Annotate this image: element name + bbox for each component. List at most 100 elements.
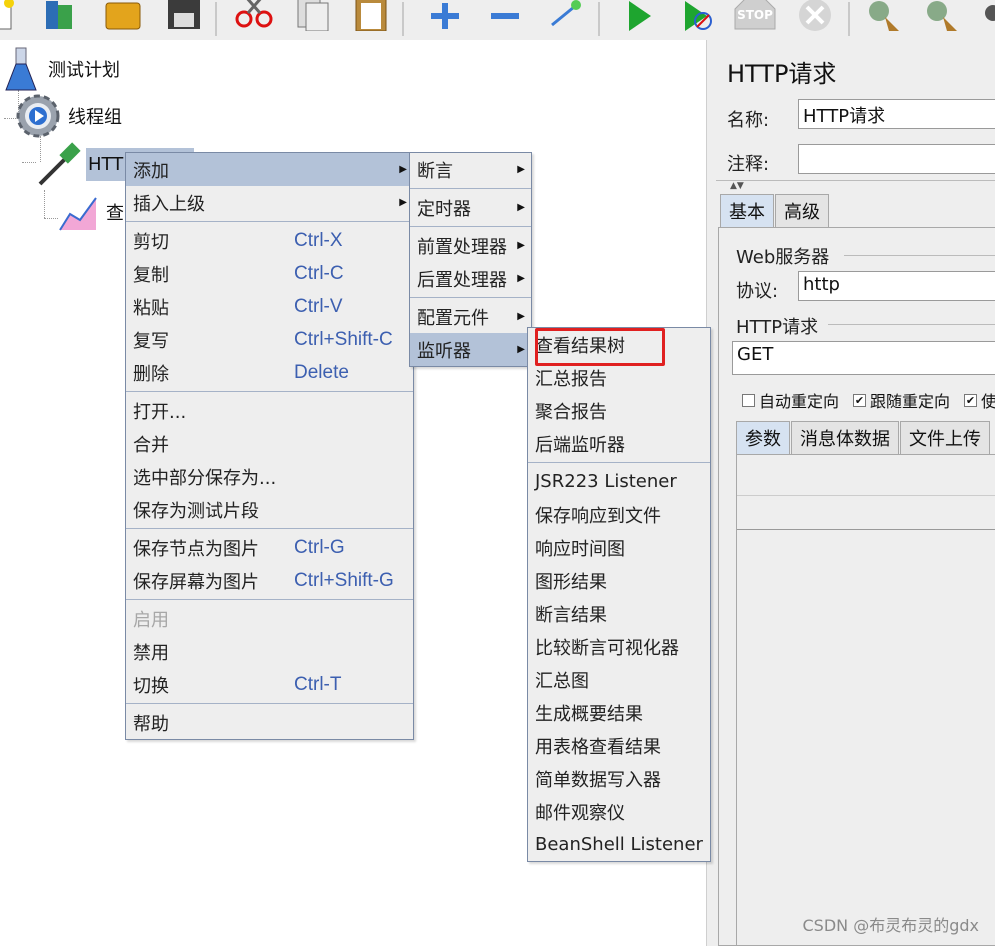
add-menu-item-2[interactable]: 定时器 ▶ bbox=[410, 191, 531, 224]
add-menu-item-7[interactable]: 配置元件 ▶ bbox=[410, 300, 531, 333]
context-menu-item-label: 复制 bbox=[133, 264, 169, 286]
tab-body-data[interactable]: 消息体数据 bbox=[791, 421, 899, 454]
context-menu-item-21[interactable]: 帮助 bbox=[126, 706, 413, 739]
listener-menu-item-label: BeanShell Listener bbox=[535, 834, 703, 855]
listener-menu-item-label: 响应时间图 bbox=[535, 538, 625, 560]
context-menu-item-label: 保存屏幕为图片 bbox=[133, 571, 259, 593]
stop-icon[interactable]: STOP bbox=[733, 0, 777, 36]
clear-all-icon[interactable] bbox=[920, 0, 964, 36]
tree-label-thread-group: 线程组 bbox=[68, 107, 122, 128]
cut-icon[interactable] bbox=[232, 0, 276, 36]
shutdown-icon[interactable] bbox=[793, 0, 837, 36]
submenu-arrow-icon: ▶ bbox=[517, 240, 525, 251]
config-tabs: 基本 高级 bbox=[720, 194, 830, 227]
context-menu-item-accelerator: Ctrl-G bbox=[294, 536, 345, 558]
context-menu-item-14[interactable]: 保存节点为图片 Ctrl-G bbox=[126, 531, 413, 564]
context-menu-item-label: 添加 bbox=[133, 160, 169, 182]
context-menu-item-18[interactable]: 禁用 bbox=[126, 635, 413, 668]
new-icon[interactable] bbox=[0, 0, 22, 36]
context-menu-item-7[interactable]: 删除 Delete bbox=[126, 356, 413, 389]
http-request-group-label: HTTP请求 bbox=[736, 317, 819, 338]
submenu-arrow-icon: ▶ bbox=[517, 311, 525, 322]
add-menu-item-label: 后置处理器 bbox=[417, 269, 507, 291]
context-menu-item-1[interactable]: 插入上级 ▶ bbox=[126, 186, 413, 219]
listener-menu-item-label: 聚合报告 bbox=[535, 401, 607, 423]
add-menu-item-label: 断言 bbox=[417, 160, 453, 182]
listener-menu-item-label: 用表格查看结果 bbox=[535, 736, 661, 758]
tab-parameters[interactable]: 参数 bbox=[736, 421, 790, 454]
context-menu-item-4[interactable]: 复制 Ctrl-C bbox=[126, 257, 413, 290]
save-icon[interactable] bbox=[162, 0, 206, 36]
open-icon[interactable] bbox=[102, 0, 146, 36]
tab-files-upload[interactable]: 文件上传 bbox=[900, 421, 990, 454]
toggle-icon[interactable] bbox=[543, 0, 587, 36]
comment-field[interactable] bbox=[798, 144, 995, 174]
listener-menu-item-13[interactable]: 用表格查看结果 bbox=[528, 729, 710, 762]
tab-advanced[interactable]: 高级 bbox=[775, 194, 829, 227]
tree-node-listener[interactable]: 查 bbox=[56, 190, 124, 234]
copy-icon[interactable] bbox=[292, 0, 336, 36]
listener-submenu: 查看结果树 汇总报告 聚合报告 后端监听器 JSR223 Listener 保存响应到文件… bbox=[527, 327, 711, 862]
expand-icon[interactable] bbox=[423, 0, 467, 36]
listener-menu-item-7[interactable]: 响应时间图 bbox=[528, 531, 710, 564]
context-menu-item-9[interactable]: 打开... bbox=[126, 394, 413, 427]
add-menu-item-8[interactable]: 监听器 ▶ bbox=[410, 333, 531, 366]
context-menu-item-accelerator: Ctrl-T bbox=[294, 673, 342, 695]
listener-menu-item-11[interactable]: 汇总图 bbox=[528, 663, 710, 696]
listener-menu-item-14[interactable]: 简单数据写入器 bbox=[528, 762, 710, 795]
listener-menu-item-label: JSR223 Listener bbox=[535, 471, 677, 492]
tab-basic[interactable]: 基本 bbox=[720, 194, 774, 227]
tree-node-test-plan[interactable]: 测试计划 bbox=[4, 46, 120, 92]
protocol-field[interactable]: http bbox=[798, 271, 995, 301]
context-menu-item-10[interactable]: 合并 bbox=[126, 427, 413, 460]
method-select[interactable]: GET bbox=[732, 341, 995, 375]
flask-icon bbox=[5, 47, 37, 91]
add-menu-item-5[interactable]: 后置处理器 ▶ bbox=[410, 262, 531, 295]
parameters-table[interactable] bbox=[736, 454, 995, 946]
listener-menu-item-3[interactable]: 后端监听器 bbox=[528, 427, 710, 460]
context-menu-item-19[interactable]: 切换 Ctrl-T bbox=[126, 668, 413, 701]
context-menu-item-5[interactable]: 粘贴 Ctrl-V bbox=[126, 290, 413, 323]
context-menu-item-0[interactable]: 添加 ▶ bbox=[126, 153, 413, 186]
auto-redirect-checkbox[interactable]: 自动重定向 bbox=[742, 388, 839, 412]
collapse-arrows-icon[interactable]: ▲▼ bbox=[730, 181, 744, 191]
name-label: 名称: bbox=[727, 110, 770, 131]
follow-redirect-checkbox[interactable]: ✔ 跟随重定向 bbox=[853, 388, 950, 412]
keepalive-checkbox[interactable]: ✔ 使 bbox=[964, 388, 995, 412]
listener-menu-item-10[interactable]: 比较断言可视化器 bbox=[528, 630, 710, 663]
add-menu-item-label: 前置处理器 bbox=[417, 236, 507, 258]
context-menu-item-label: 粘贴 bbox=[133, 297, 169, 319]
listener-menu-item-2[interactable]: 聚合报告 bbox=[528, 394, 710, 427]
start-no-pause-icon[interactable] bbox=[675, 0, 719, 36]
context-menu-item-11[interactable]: 选中部分保存为... bbox=[126, 460, 413, 493]
search-icon[interactable] bbox=[972, 0, 995, 36]
listener-menu-item-6[interactable]: 保存响应到文件 bbox=[528, 498, 710, 531]
paste-icon[interactable] bbox=[350, 0, 394, 36]
tree-node-thread-group[interactable]: 线程组 bbox=[14, 92, 122, 140]
add-menu-item-0[interactable]: 断言 ▶ bbox=[410, 153, 531, 186]
context-menu-item-6[interactable]: 复写 Ctrl+Shift-C bbox=[126, 323, 413, 356]
collapse-icon[interactable] bbox=[483, 0, 527, 36]
listener-menu-item-12[interactable]: 生成概要结果 bbox=[528, 696, 710, 729]
add-menu-item-4[interactable]: 前置处理器 ▶ bbox=[410, 229, 531, 262]
protocol-label: 协议: bbox=[736, 281, 779, 302]
context-menu-item-12[interactable]: 保存为测试片段 bbox=[126, 493, 413, 526]
add-menu-item-label: 定时器 bbox=[417, 198, 471, 220]
context-menu-item-15[interactable]: 保存屏幕为图片 Ctrl+Shift-G bbox=[126, 564, 413, 597]
listener-menu-item-beanshell-listener[interactable]: BeanShell Listener bbox=[528, 828, 710, 861]
clear-icon[interactable] bbox=[862, 0, 906, 36]
listener-menu-item-8[interactable]: 图形结果 bbox=[528, 564, 710, 597]
templates-icon[interactable] bbox=[38, 0, 82, 36]
name-field[interactable]: HTTP请求 bbox=[798, 99, 995, 129]
watermark: CSDN @布灵布灵的gdx bbox=[802, 916, 980, 935]
start-icon[interactable] bbox=[617, 0, 661, 36]
listener-menu-item-15[interactable]: 邮件观察仪 bbox=[528, 795, 710, 828]
context-menu-item-label: 合并 bbox=[133, 434, 169, 456]
context-menu-item-3[interactable]: 剪切 Ctrl-X bbox=[126, 224, 413, 257]
submenu-arrow-icon: ▶ bbox=[517, 273, 525, 284]
context-menu-item-label: 选中部分保存为... bbox=[133, 467, 277, 489]
listener-menu-item-9[interactable]: 断言结果 bbox=[528, 597, 710, 630]
context-menu-item-accelerator: Delete bbox=[294, 361, 349, 383]
context-menu-item-label: 保存为测试片段 bbox=[133, 500, 259, 522]
listener-menu-item-jsr223-listener[interactable]: JSR223 Listener bbox=[528, 465, 710, 498]
